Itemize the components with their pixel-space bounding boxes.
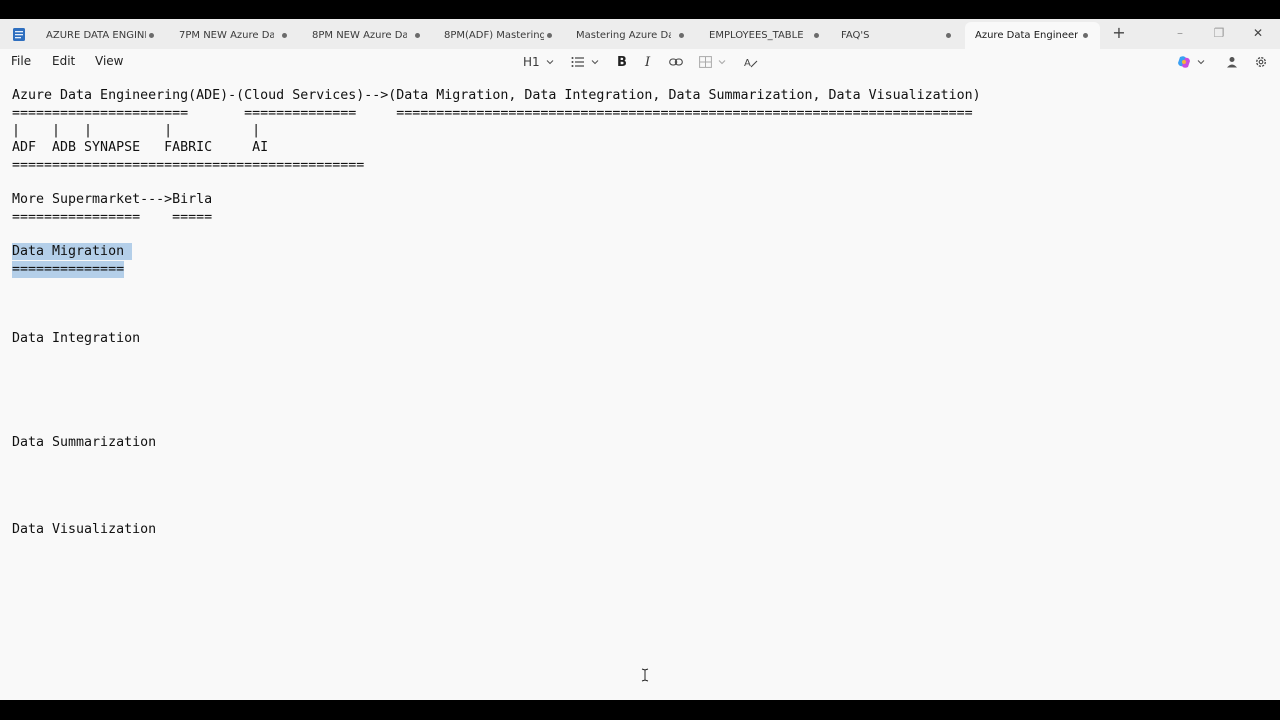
heading-label: H1 (523, 55, 540, 69)
editor-line: ADF ADB SYNAPSE FABRIC AI (12, 140, 269, 155)
selected-text-line: Data Migration (12, 243, 133, 260)
close-icon[interactable]: ✕ (1248, 25, 1268, 41)
menu-file[interactable]: File (11, 54, 31, 68)
svg-text:A: A (744, 58, 751, 68)
chevron-down-icon (591, 60, 599, 65)
editor-line: Azure Data Engineering(ADE)-(Cloud Servi… (12, 88, 981, 103)
editor-line: Data Visualization (12, 522, 157, 537)
menu-view[interactable]: View (95, 54, 123, 68)
list-dropdown[interactable] (571, 53, 599, 71)
chevron-down-icon (546, 60, 554, 65)
text-cursor-icon (641, 668, 649, 682)
copilot-icon (1178, 56, 1190, 68)
tab-8pm-new-azure-data[interactable]: 8PM NEW Azure Data (302, 22, 432, 49)
notepad-app-icon (13, 28, 25, 41)
tab-label: Mastering Azure Data (576, 30, 671, 41)
table-dropdown[interactable] (699, 53, 726, 71)
notepad-window: AZURE DATA ENGINE 7PM NEW Azure Data 8PM… (0, 19, 1280, 700)
selected-text-line: ============== (12, 261, 125, 278)
chevron-down-icon (718, 60, 726, 65)
tab-mastering-azure-data[interactable]: Mastering Azure Data (566, 22, 696, 49)
tab-label: AZURE DATA ENGINE (46, 30, 146, 41)
editor-line: More Supermarket--->Birla (12, 192, 213, 207)
unsaved-dot-icon[interactable] (282, 33, 287, 38)
clear-formatting-icon[interactable]: A (744, 53, 758, 71)
unsaved-dot-icon[interactable] (679, 33, 684, 38)
editor-line: ================ ===== (12, 210, 213, 225)
tab-bar: AZURE DATA ENGINE 7PM NEW Azure Data 8PM… (0, 19, 1280, 49)
editor-line: Data Integration (12, 331, 141, 346)
screen-frame: AZURE DATA ENGINE 7PM NEW Azure Data 8PM… (0, 0, 1280, 720)
chevron-down-icon (1197, 60, 1205, 65)
tab-label: Azure Data Engineer (975, 30, 1079, 41)
menu-edit[interactable]: Edit (52, 54, 75, 68)
tab-label: FAQ'S (841, 30, 870, 41)
editor-line: Data Summarization (12, 435, 157, 450)
tab-label: EMPLOYEES_TABLE.txt (709, 30, 804, 41)
settings-gear-icon[interactable] (1254, 53, 1268, 71)
account-icon[interactable] (1226, 53, 1238, 71)
heading-dropdown[interactable]: H1 (523, 53, 554, 71)
tab-faqs[interactable]: FAQ'S (831, 22, 963, 49)
link-icon[interactable] (669, 53, 683, 71)
list-icon (571, 57, 584, 67)
unsaved-dot-icon[interactable] (149, 33, 154, 38)
restore-icon[interactable]: ❐ (1209, 25, 1229, 41)
editor-line: | | | | | (12, 123, 261, 138)
unsaved-dot-icon[interactable] (814, 33, 819, 38)
unsaved-dot-icon[interactable] (415, 33, 420, 38)
table-icon (699, 56, 712, 68)
tab-label: 8PM NEW Azure Data (312, 30, 407, 41)
tab-label: 7PM NEW Azure Data (179, 30, 274, 41)
tab-employees-table[interactable]: EMPLOYEES_TABLE.txt (699, 22, 831, 49)
bold-icon[interactable]: B (617, 53, 627, 71)
copilot-dropdown[interactable] (1177, 53, 1205, 71)
menu-bar: File Edit View H1 B I A (0, 49, 1280, 75)
tab-8pm-adf-mastering[interactable]: 8PM(ADF) Mastering (434, 22, 564, 49)
unsaved-dot-icon[interactable] (946, 33, 951, 38)
tab-azure-data-engineer[interactable]: Azure Data Engineer (965, 22, 1100, 49)
tab-label: 8PM(ADF) Mastering (444, 30, 544, 41)
text-editor[interactable]: Azure Data Engineering(ADE)-(Cloud Servi… (0, 75, 1280, 700)
unsaved-dot-icon[interactable] (1083, 33, 1088, 38)
italic-icon[interactable]: I (645, 53, 650, 71)
new-tab-plus-icon[interactable]: + (1111, 25, 1127, 41)
minimize-icon[interactable]: – (1170, 25, 1190, 41)
tab-7pm-new-azure-data[interactable]: 7PM NEW Azure Data (169, 22, 299, 49)
unsaved-dot-icon[interactable] (547, 33, 552, 38)
tab-azure-data-engine[interactable]: AZURE DATA ENGINE (36, 22, 166, 49)
editor-line: ========================================… (12, 158, 365, 173)
editor-line: ====================== ============== ==… (12, 106, 973, 121)
